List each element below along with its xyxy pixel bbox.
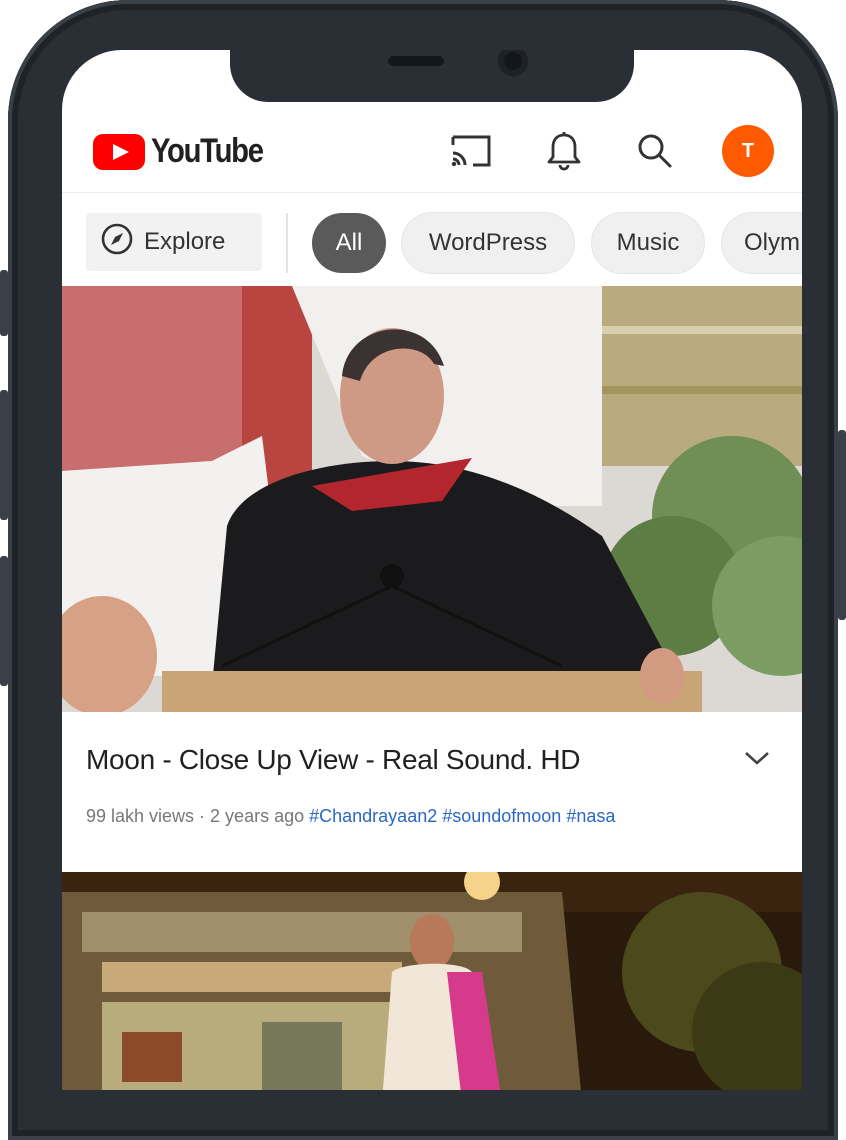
front-camera (498, 50, 528, 76)
speaker-grille (388, 56, 444, 66)
chip-olympics[interactable]: Olym (722, 213, 802, 273)
bell-icon[interactable] (541, 128, 587, 174)
chip-wordpress[interactable]: WordPress (402, 213, 574, 273)
category-chips-bar: Explore All WordPress Music Olym (62, 193, 802, 283)
video-thumbnail-2[interactable] (62, 872, 802, 1090)
power-button (838, 430, 846, 620)
video-hashtags[interactable]: #Chandrayaan2 #soundofmoon #nasa (309, 806, 615, 826)
video-views-age: 99 lakh views · 2 years ago (86, 806, 310, 826)
chip-all[interactable]: All (312, 213, 386, 273)
top-app-bar: YouTube T (62, 104, 802, 193)
compass-icon (100, 222, 134, 263)
logo-text: YouTube (151, 132, 264, 170)
thumbnail-image-2 (62, 872, 802, 1090)
notch (230, 50, 634, 102)
account-avatar[interactable]: T (722, 125, 774, 177)
thumbnail-image (62, 286, 802, 712)
youtube-logo[interactable]: YouTube (93, 132, 281, 171)
search-icon[interactable] (632, 128, 678, 174)
chip-music[interactable]: Music (592, 213, 704, 273)
phone-frame: YouTube T Explore All WordPress Music Ol… (0, 0, 846, 1140)
video-thumbnail[interactable] (62, 286, 802, 712)
phone-screen: YouTube T Explore All WordPress Music Ol… (62, 50, 802, 1090)
youtube-play-icon (93, 133, 145, 170)
explore-button[interactable]: Explore (86, 213, 262, 271)
cast-icon[interactable] (448, 128, 494, 174)
chevron-down-icon[interactable] (742, 748, 772, 773)
explore-label: Explore (144, 228, 226, 255)
volume-up-button (0, 390, 8, 520)
video-title[interactable]: Moon - Close Up View - Real Sound. HD (86, 744, 580, 776)
mute-switch (0, 270, 8, 336)
chips-divider (286, 213, 288, 273)
video-meta: 99 lakh views · 2 years ago #Chandrayaan… (86, 806, 615, 827)
volume-down-button (0, 556, 8, 686)
